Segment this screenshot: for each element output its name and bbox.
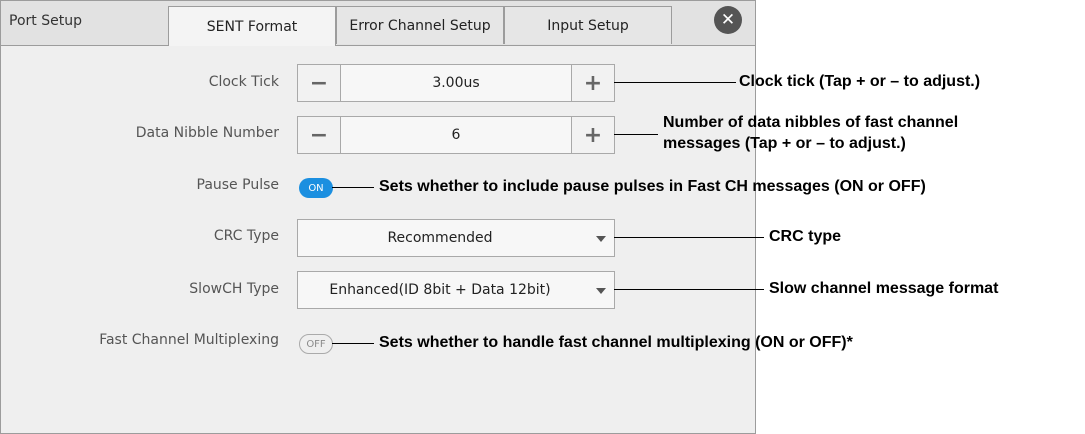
- data-nibble-plus-button[interactable]: +: [571, 117, 614, 153]
- callout-leader-slowch-type: [614, 289, 764, 290]
- port-setup-label: Port Setup: [9, 13, 82, 29]
- clock-tick-label: Clock Tick: [208, 74, 279, 90]
- clock-tick-stepper: − 3.00us +: [297, 64, 615, 102]
- pause-pulse-toggle[interactable]: ON: [299, 178, 333, 198]
- callout-slowch-type: Slow channel message format: [769, 280, 999, 297]
- clock-tick-value: 3.00us: [341, 65, 571, 101]
- sent-format-dialog: Port Setup SENT Format Error Channel Set…: [0, 0, 756, 434]
- close-circle-icon[interactable]: ✕: [714, 6, 742, 34]
- data-nibble-minus-button[interactable]: −: [298, 117, 341, 153]
- data-nibble-label: Data Nibble Number: [135, 125, 279, 141]
- tab-error-channel-setup[interactable]: Error Channel Setup: [336, 6, 504, 44]
- crc-type-dropdown[interactable]: Recommended: [297, 219, 615, 257]
- callout-leader-data-nibble: [614, 134, 658, 135]
- callout-leader-fast-mux: [332, 343, 374, 344]
- crc-type-value: Recommended: [387, 230, 493, 246]
- slowch-type-value: Enhanced(ID 8bit + Data 12bit): [329, 282, 551, 298]
- chevron-down-icon: [596, 236, 606, 242]
- callout-crc-type: CRC type: [769, 228, 842, 245]
- clock-tick-minus-button[interactable]: −: [298, 65, 341, 101]
- crc-type-label: CRC Type: [213, 228, 279, 244]
- callout-data-nibble-line1: Number of data nibbles of fast channel: [663, 114, 959, 131]
- callout-pause-pulse: Sets whether to include pause pulses in …: [379, 178, 926, 195]
- chevron-down-icon: [596, 288, 606, 294]
- callout-clock-tick: Clock tick (Tap + or – to adjust.): [739, 73, 981, 90]
- data-nibble-stepper: − 6 +: [297, 116, 615, 154]
- tab-sent-format[interactable]: SENT Format: [168, 6, 336, 46]
- callout-leader-pause-pulse: [332, 187, 374, 188]
- clock-tick-plus-button[interactable]: +: [571, 65, 614, 101]
- callout-leader-crc-type: [614, 237, 764, 238]
- callout-data-nibble-line2: messages (Tap + or – to adjust.): [663, 135, 906, 152]
- callout-leader-clock-tick: [614, 82, 736, 83]
- slowch-type-label: SlowCH Type: [189, 281, 279, 297]
- fast-mux-toggle[interactable]: OFF: [299, 334, 333, 354]
- slowch-type-dropdown[interactable]: Enhanced(ID 8bit + Data 12bit): [297, 271, 615, 309]
- pause-pulse-label: Pause Pulse: [196, 177, 280, 193]
- fast-mux-label: Fast Channel Multiplexing: [99, 332, 279, 348]
- data-nibble-value: 6: [341, 117, 571, 153]
- tab-bar: Port Setup SENT Format Error Channel Set…: [1, 1, 755, 46]
- tab-input-setup[interactable]: Input Setup: [504, 6, 672, 44]
- callout-fast-mux: Sets whether to handle fast channel mult…: [379, 334, 853, 351]
